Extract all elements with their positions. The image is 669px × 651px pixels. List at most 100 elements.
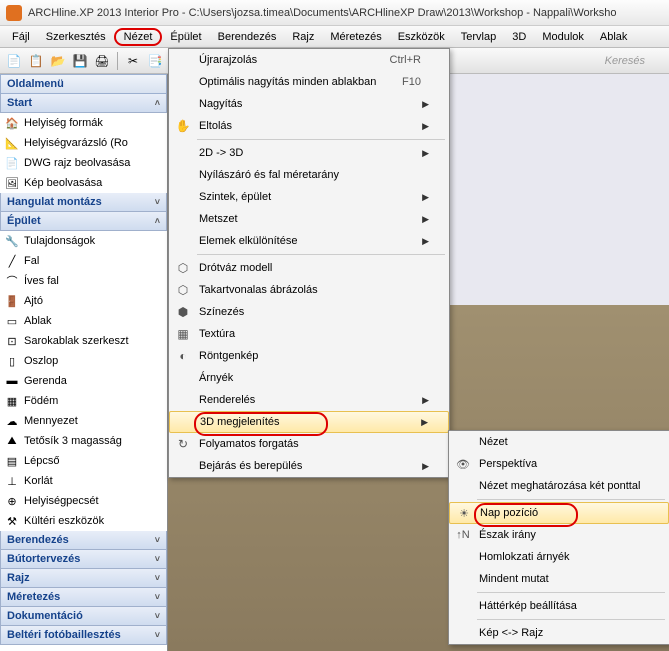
menu-rajz[interactable]: Rajz — [284, 29, 322, 45]
item-icon: ☁ — [4, 413, 20, 429]
sidebar-item[interactable]: ▤Lépcső — [0, 451, 167, 471]
copy-icon[interactable]: 📑 — [145, 51, 165, 71]
submenu-item[interactable]: ☀Nap pozíció — [449, 502, 669, 524]
sidebar-item[interactable]: ▬Gerenda — [0, 371, 167, 391]
item-icon: ⛰ — [4, 433, 20, 449]
menu-3d[interactable]: 3D — [504, 29, 534, 45]
menu-item[interactable]: Metszet▶ — [169, 208, 449, 230]
separator — [197, 254, 445, 255]
sidebar-item[interactable]: 🚪Ajtó — [0, 291, 167, 311]
sidebar-item[interactable]: ⌒Íves fal — [0, 271, 167, 291]
menu-eszközök[interactable]: Eszközök — [390, 29, 453, 45]
menu-label: Újrarajzolás — [199, 54, 384, 66]
menu-item[interactable]: Árnyék — [169, 367, 449, 389]
menu-label: Metszet — [199, 213, 416, 225]
cut-icon[interactable]: ✂ — [123, 51, 143, 71]
submenu-item[interactable]: 👁Perspektíva — [449, 453, 669, 475]
submenu-label: Háttérkép beállítása — [479, 600, 577, 612]
menu-item[interactable]: ⬡Takartvonalas ábrázolás — [169, 279, 449, 301]
menu-item[interactable]: ✋Eltolás▶ — [169, 115, 449, 137]
item-icon: ⊡ — [4, 333, 20, 349]
sidebar-item[interactable]: ☁ Mennyezet — [0, 411, 167, 431]
menu-label: Szintek, épület — [199, 191, 416, 203]
submenu-item[interactable]: Nézet — [449, 431, 669, 453]
menu-item[interactable]: Szintek, épület▶ — [169, 186, 449, 208]
menu-méretezés[interactable]: Méretezés — [322, 29, 389, 45]
menu-ablak[interactable]: Ablak — [592, 29, 636, 45]
submenu-item[interactable]: ↑NÉszak irány — [449, 524, 669, 546]
menu-icon — [173, 145, 193, 161]
submenu-icon: ☀ — [454, 505, 474, 521]
submenu-item[interactable]: Homlokzati árnyék — [449, 546, 669, 568]
menu-item[interactable]: 2D -> 3D▶ — [169, 142, 449, 164]
sidebar-section[interactable]: Épület˄ — [0, 212, 167, 231]
menu-item[interactable]: 3D megjelenítés▶ — [169, 411, 449, 433]
sidebar-section[interactable]: Berendezés˅ — [0, 531, 167, 550]
sidebar-item[interactable]: ⊕Helyiségpecsét — [0, 491, 167, 511]
menu-icon: ▦ — [173, 326, 193, 342]
sidebar-section[interactable]: Méretezés˅ — [0, 588, 167, 607]
submenu-item[interactable]: Mindent mutat — [449, 568, 669, 590]
submenu-icon — [453, 571, 473, 587]
submenu-item[interactable]: Háttérkép beállítása — [449, 595, 669, 617]
menu-item[interactable]: Elemek elkülönítése▶ — [169, 230, 449, 252]
menu-item[interactable]: ◐Röntgenkép — [169, 345, 449, 367]
search-input[interactable]: Keresés — [605, 55, 665, 67]
menu-item[interactable]: ⬢Színezés — [169, 301, 449, 323]
sidebar-item[interactable]: 🔧Tulajdonságok — [0, 231, 167, 251]
menu-nézet[interactable]: Nézet — [114, 28, 163, 46]
sidebar-item[interactable]: ╱Fal — [0, 251, 167, 271]
menu-item[interactable]: Optimális nagyítás minden ablakbanF10 — [169, 71, 449, 93]
menu-icon: ⬡ — [173, 260, 193, 276]
sidebar-section[interactable]: Hangulat montázs˅ — [0, 193, 167, 212]
menu-item[interactable]: Nyílászáró és fal méretarány — [169, 164, 449, 186]
sidebar-item[interactable]: ⚒Kültéri eszközök — [0, 511, 167, 531]
doc-icon[interactable]: 📋 — [26, 51, 46, 71]
sidebar-section[interactable]: Bútortervezés˅ — [0, 550, 167, 569]
sidebar-section[interactable]: Start˄ — [0, 94, 167, 113]
menu-modulok[interactable]: Modulok — [534, 29, 592, 45]
item-label: Mennyezet — [24, 415, 78, 427]
print-icon[interactable]: 🖨 — [92, 51, 112, 71]
sidebar-item[interactable]: ⊥Korlát — [0, 471, 167, 491]
sidebar: Oldalmenü Start˄🏠Helyiség formák📐Helyisé… — [0, 74, 168, 651]
open-icon[interactable]: 📂 — [48, 51, 68, 71]
item-label: Lépcső — [24, 455, 59, 467]
sidebar-item[interactable]: ⊡Sarokablak szerkeszt — [0, 331, 167, 351]
sidebar-item[interactable]: ▯Oszlop — [0, 351, 167, 371]
menu-item[interactable]: ⬡Drótváz modell — [169, 257, 449, 279]
submenu-item[interactable]: Kép <-> Rajz — [449, 622, 669, 644]
submenu-icon: ↑N — [453, 527, 473, 543]
menu-épület[interactable]: Épület — [162, 29, 209, 45]
menu-item[interactable]: Bejárás és berepülés▶ — [169, 455, 449, 477]
sidebar-item[interactable]: 🖼Kép beolvasása — [0, 173, 167, 193]
sidebar-item[interactable]: ⛰Tetősík 3 magasság — [0, 431, 167, 451]
menu-label: Nyílászáró és fal méretarány — [199, 169, 429, 181]
item-icon: 🏠 — [4, 115, 20, 131]
menu-item[interactable]: Nagyítás▶ — [169, 93, 449, 115]
menu-icon: ↻ — [173, 436, 193, 452]
submenu-item[interactable]: Nézet meghatározása két ponttal — [449, 475, 669, 497]
new-icon[interactable]: 📄 — [4, 51, 24, 71]
sidebar-item[interactable]: 📄DWG rajz beolvasása — [0, 153, 167, 173]
menu-tervlap[interactable]: Tervlap — [453, 29, 504, 45]
submenu-arrow-icon: ▶ — [422, 148, 429, 159]
menu-fájl[interactable]: Fájl — [4, 29, 38, 45]
sidebar-item[interactable]: 🏠Helyiség formák — [0, 113, 167, 133]
menu-shortcut: Ctrl+R — [390, 54, 429, 66]
sidebar-section[interactable]: Rajz˅ — [0, 569, 167, 588]
menu-item[interactable]: Renderelés▶ — [169, 389, 449, 411]
item-icon: ⚒ — [4, 513, 20, 529]
sidebar-section[interactable]: Beltéri fotóbaillesztés˅ — [0, 626, 167, 645]
save-icon[interactable]: 💾 — [70, 51, 90, 71]
menu-szerkesztés[interactable]: Szerkesztés — [38, 29, 114, 45]
sidebar-item[interactable]: 📐Helyiségvarázsló (Ro — [0, 133, 167, 153]
separator — [197, 139, 445, 140]
menu-item[interactable]: ↻Folyamatos forgatás — [169, 433, 449, 455]
sidebar-item[interactable]: ▦Födém — [0, 391, 167, 411]
menu-berendezés[interactable]: Berendezés — [210, 29, 285, 45]
menu-item[interactable]: Újrarajzolás Ctrl+R — [169, 49, 449, 71]
sidebar-section[interactable]: Dokumentáció˅ — [0, 607, 167, 626]
sidebar-item[interactable]: ▭Ablak — [0, 311, 167, 331]
menu-item[interactable]: ▦Textúra — [169, 323, 449, 345]
